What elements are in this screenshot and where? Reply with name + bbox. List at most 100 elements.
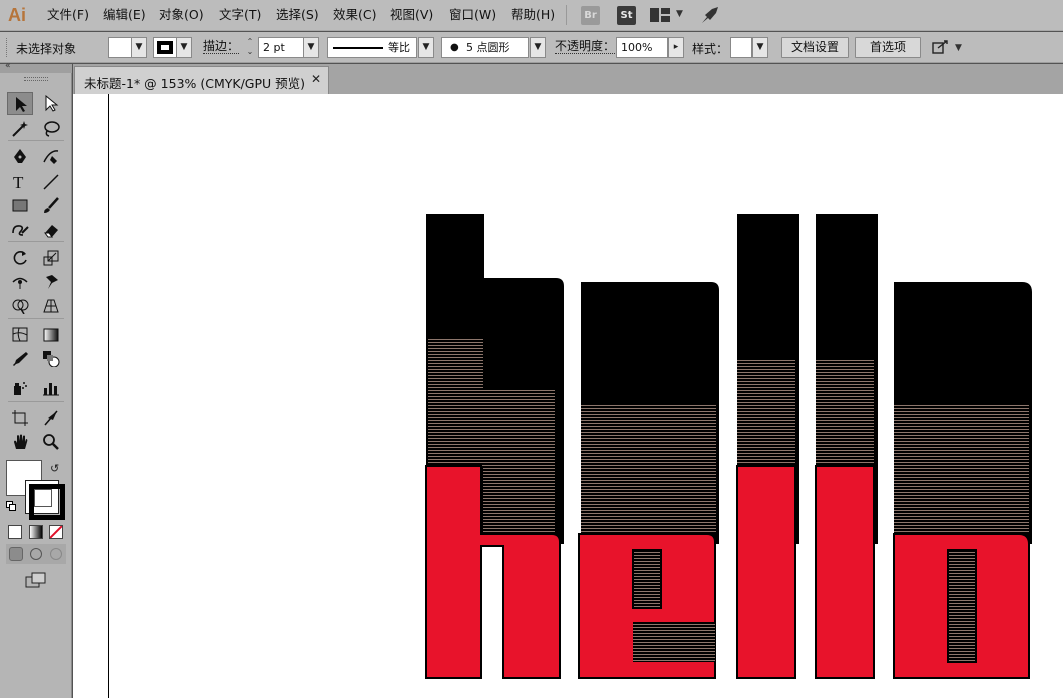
tools-panel-grip[interactable] [24, 77, 48, 81]
color-mode-icon[interactable] [8, 525, 22, 539]
document-tab-bar: 未标题-1* @ 153% (CMYK/GPU 预览) ✕ [73, 64, 1063, 94]
menu-type[interactable]: 文字(T) [219, 6, 261, 24]
pen-tool[interactable] [7, 145, 33, 168]
eraser-tool[interactable] [38, 218, 64, 241]
paintbrush-tool[interactable] [38, 194, 64, 217]
menu-bar: Ai 文件(F) 编辑(E) 对象(O) 文字(T) 选择(S) 效果(C) 视… [0, 0, 1063, 31]
gradient-tool[interactable] [38, 323, 64, 346]
puppet-warp-tool[interactable] [38, 270, 64, 293]
opacity-field[interactable]: 100% [616, 37, 668, 58]
puppet-warp-icon [46, 275, 58, 289]
shaper-tool[interactable] [7, 218, 33, 241]
width-icon [12, 277, 28, 289]
stroke-profile-dropdown[interactable]: ▼ [418, 37, 434, 58]
opacity-label[interactable]: 不透明度： [555, 40, 616, 54]
hello-blend-artwork[interactable] [73, 94, 1063, 698]
type-tool[interactable]: T [7, 170, 33, 193]
menu-select[interactable]: 选择(S) [276, 6, 319, 24]
stroke-dropdown[interactable]: ▼ [176, 37, 192, 58]
preferences-button[interactable]: 首选项 [855, 37, 921, 58]
stripes-o [894, 404, 1029, 534]
menu-file[interactable]: 文件(F) [47, 6, 89, 24]
chevron-down-icon[interactable]: ▼ [676, 9, 683, 19]
blend-tool[interactable] [38, 347, 64, 370]
screen-mode-icon[interactable] [25, 572, 47, 588]
workspace-layout-icon[interactable] [650, 8, 670, 22]
perspective-grid-tool[interactable] [38, 294, 64, 317]
stripes-h-stem [428, 339, 483, 466]
stroke-weight-dropdown[interactable]: ▼ [303, 37, 319, 58]
magic-wand-tool[interactable] [7, 117, 33, 140]
column-graph-tool[interactable] [38, 376, 64, 399]
close-icon[interactable]: ✕ [311, 72, 321, 86]
draw-behind-icon[interactable] [30, 548, 42, 560]
eyedropper-tool[interactable] [7, 347, 33, 370]
shape-builder-icon [12, 299, 29, 314]
default-colors-icon[interactable] [6, 501, 16, 511]
arrange-icon[interactable] [932, 40, 950, 56]
scale-tool[interactable] [38, 246, 64, 269]
mesh-tool[interactable] [7, 323, 33, 346]
menu-view[interactable]: 视图(V) [390, 6, 433, 24]
canvas[interactable] [73, 94, 1063, 698]
menu-edit[interactable]: 编辑(E) [103, 6, 146, 24]
direct-selection-tool[interactable] [38, 92, 64, 115]
eyedropper-icon [13, 352, 28, 366]
opacity-arrow[interactable]: ▸ [668, 37, 684, 58]
rotate-icon [13, 251, 27, 265]
stock-icon[interactable]: St [617, 6, 636, 25]
menu-object[interactable]: 对象(O) [159, 6, 204, 24]
rocket-icon[interactable] [700, 6, 720, 25]
rotate-tool[interactable] [7, 246, 33, 269]
chevron-down-icon[interactable]: ▼ [955, 43, 962, 53]
selection-tool[interactable] [7, 92, 33, 115]
magic-wand-icon [12, 121, 28, 137]
fill-dropdown[interactable]: ▼ [131, 37, 147, 58]
stripes-e [581, 404, 716, 534]
stroke-label[interactable]: 描边： [203, 40, 240, 54]
draw-inside-icon[interactable] [50, 548, 62, 560]
lasso-tool[interactable] [38, 117, 64, 140]
line-segment-tool[interactable] [38, 170, 64, 193]
document-tab[interactable]: 未标题-1* @ 153% (CMYK/GPU 预览) ✕ [74, 66, 329, 94]
slice-tool[interactable] [38, 406, 64, 429]
stroke-weight-stepper[interactable]: ⌃ ⌄ [243, 37, 257, 58]
rectangle-icon [12, 199, 28, 212]
stroke-swatch[interactable] [153, 37, 177, 58]
symbol-sprayer-icon [14, 382, 27, 395]
fill-swatch[interactable] [108, 37, 132, 58]
draw-normal-icon[interactable] [9, 547, 23, 561]
brush-field[interactable]: ● 5 点圆形 [441, 37, 529, 58]
menu-help[interactable]: 帮助(H) [511, 6, 555, 24]
stroke-color-box[interactable] [25, 480, 65, 520]
control-bar-grip[interactable] [6, 38, 8, 57]
perspective-grid-icon [43, 299, 59, 313]
gradient-mode-icon[interactable] [29, 525, 43, 539]
control-bar: 未选择对象 ▼ ▼ 描边： ⌃ ⌄ 2 pt ▼ 等比 ▼ ● 5 点圆形 ▼ 不… [0, 32, 1063, 63]
slice-icon [44, 410, 58, 426]
brush-dropdown[interactable]: ▼ [530, 37, 546, 58]
width-tool[interactable] [7, 270, 33, 293]
menu-window[interactable]: 窗口(W) [449, 6, 496, 24]
scale-icon [43, 250, 59, 266]
curvature-tool[interactable] [38, 145, 64, 168]
zoom-tool[interactable] [38, 430, 64, 453]
hand-tool[interactable] [7, 430, 33, 453]
symbol-sprayer-tool[interactable] [7, 376, 33, 399]
none-mode-icon[interactable] [49, 525, 63, 539]
bridge-icon[interactable]: Br [581, 6, 600, 25]
style-dropdown[interactable]: ▼ [752, 37, 768, 58]
shape-builder-tool[interactable] [7, 294, 33, 317]
artboard-tool[interactable] [7, 406, 33, 429]
tool-separator [8, 140, 64, 141]
tools-panel-header[interactable]: « [0, 61, 72, 73]
menu-effect[interactable]: 效果(C) [333, 6, 376, 24]
pen-icon [14, 149, 26, 163]
stroke-profile-field[interactable]: 等比 [327, 37, 417, 58]
rectangle-tool[interactable] [7, 194, 33, 217]
swap-colors-icon[interactable]: ↺ [50, 462, 59, 475]
menu-separator [566, 5, 567, 25]
document-setup-button[interactable]: 文档设置 [781, 37, 849, 58]
style-swatch[interactable] [730, 37, 752, 58]
stroke-weight-field[interactable]: 2 pt [258, 37, 304, 58]
